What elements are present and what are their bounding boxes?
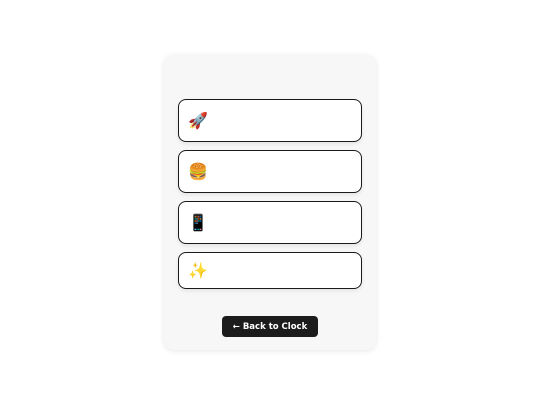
back-to-clock-button[interactable]: ← Back to Clock bbox=[222, 316, 318, 337]
sparkles-icon: ✨ bbox=[188, 260, 208, 280]
list-item-phone[interactable]: 📱 bbox=[178, 201, 362, 244]
list-item-burger[interactable]: 🍔 bbox=[178, 150, 362, 193]
emoji-list: 🚀 🍔 📱 ✨ bbox=[178, 99, 362, 289]
burger-icon: 🍔 bbox=[188, 161, 208, 181]
mobile-phone-icon: 📱 bbox=[188, 212, 208, 232]
rocket-icon: 🚀 bbox=[188, 110, 208, 130]
emoji-list-card: 🚀 🍔 📱 ✨ ← Back to Clock bbox=[164, 55, 376, 350]
list-item-rocket[interactable]: 🚀 bbox=[178, 99, 362, 142]
list-item-sparkles[interactable]: ✨ bbox=[178, 252, 362, 289]
